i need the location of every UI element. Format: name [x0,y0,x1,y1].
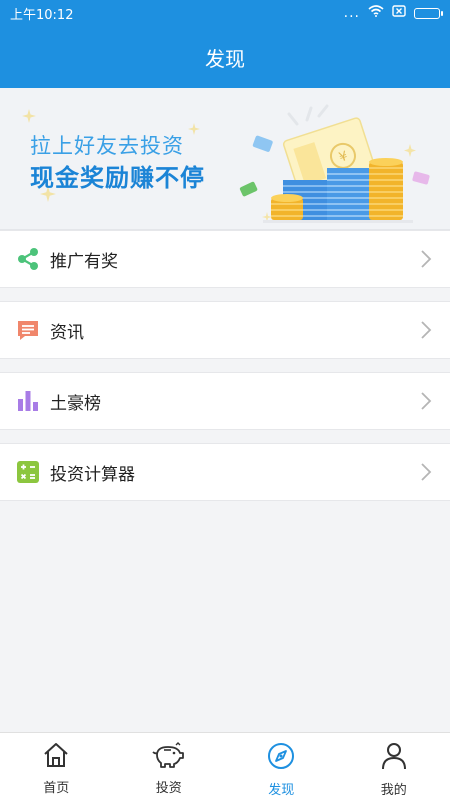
calculator-icon [16,460,40,484]
user-icon [381,742,407,774]
bottom-tab-bar: 首页 投资 发现 我的 [0,732,450,800]
wifi-icon [368,5,384,21]
tab-label: 发现 [268,783,295,798]
banner-subheadline: 现金奖励赚不停 [30,164,205,192]
tab-invest[interactable]: 投资 [113,733,226,800]
banner-headline: 拉上好友去投资 [30,134,184,158]
tab-discover[interactable]: 发现 [225,733,338,800]
share-icon [16,247,40,271]
money-illustration: ¥ [235,98,440,229]
tab-home[interactable]: 首页 [0,733,113,800]
status-icons: ... [343,5,443,21]
more-dots: ... [343,5,360,21]
menu-label: 投资计算器 [50,464,135,485]
menu-label: 资讯 [50,322,84,343]
promo-banner[interactable]: 拉上好友去投资 现金奖励赚不停 ¥ [0,88,450,230]
chevron-right-icon [420,462,432,482]
bar-chart-icon [16,389,40,413]
chevron-right-icon [420,320,432,340]
sim-off-icon [392,5,406,21]
tab-label: 投资 [155,781,182,796]
news-icon [16,318,40,342]
menu-item-news[interactable]: 资讯 [0,301,450,359]
chevron-right-icon [420,391,432,411]
tab-label: 首页 [43,781,70,796]
tab-me[interactable]: 我的 [338,733,450,800]
menu-label: 推广有奖 [50,251,118,272]
menu-item-referral[interactable]: 推广有奖 [0,230,450,288]
compass-icon [267,742,295,774]
menu-label: 土豪榜 [50,393,101,414]
chevron-right-icon [420,249,432,269]
home-icon [42,742,70,772]
piggy-bank-icon [152,742,186,772]
menu-item-leaderboard[interactable]: 土豪榜 [0,372,450,430]
status-time: 上午10:12 [10,7,74,23]
page-title: 发现 [205,46,245,71]
sparkle-icon [188,120,200,139]
menu-item-calculator[interactable]: 投资计算器 [0,443,450,501]
status-bar: 上午10:12 ... [0,0,450,26]
battery-icon [414,7,443,19]
app-bar: 发现 [0,26,450,88]
sparkle-icon [22,108,36,127]
tab-label: 我的 [380,783,407,798]
